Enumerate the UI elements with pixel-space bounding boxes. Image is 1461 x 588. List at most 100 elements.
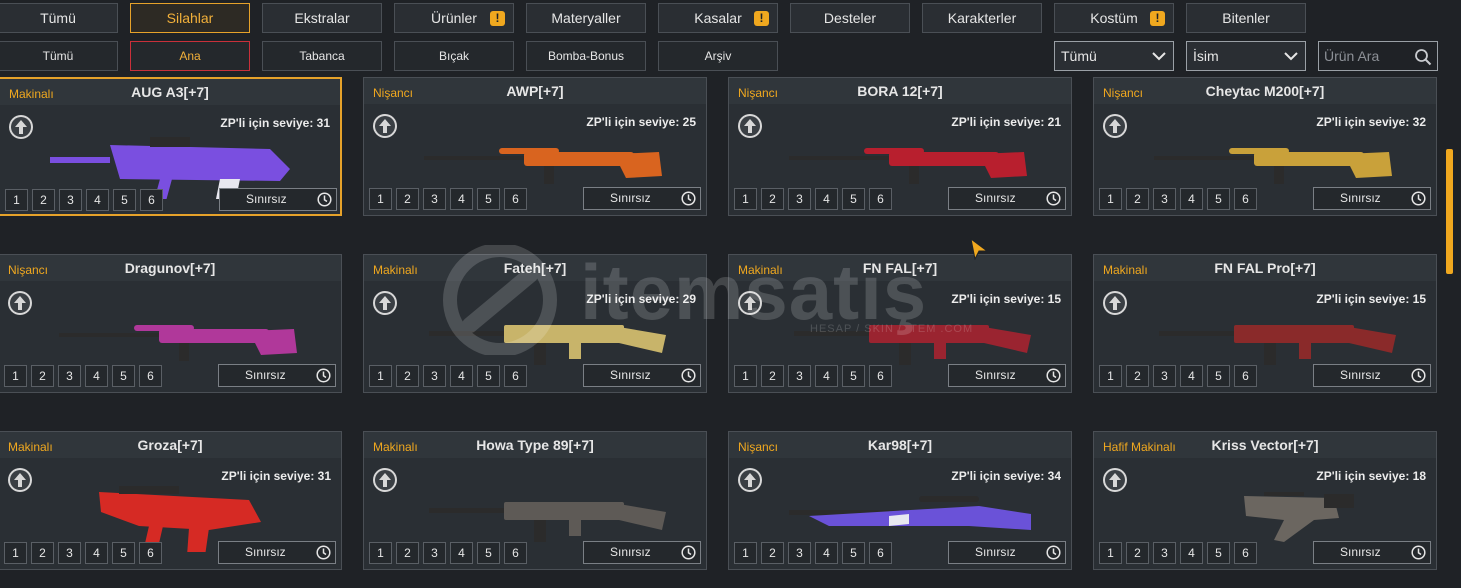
- slot-button-6[interactable]: 6: [1234, 188, 1257, 210]
- slot-button-6[interactable]: 6: [1234, 542, 1257, 564]
- slot-button-2[interactable]: 2: [31, 365, 54, 387]
- upgrade-arrow-icon[interactable]: [372, 467, 398, 493]
- upgrade-arrow-icon[interactable]: [737, 113, 763, 139]
- duration-button[interactable]: Sınırsız: [1313, 364, 1431, 387]
- duration-button[interactable]: Sınırsız: [218, 364, 336, 387]
- weapon-card[interactable]: Nişancı Cheytac M200[+7] ZP'li için sevi…: [1093, 77, 1437, 216]
- slot-button-1[interactable]: 1: [734, 542, 757, 564]
- slot-button-3[interactable]: 3: [1153, 542, 1176, 564]
- duration-button[interactable]: Sınırsız: [1313, 541, 1431, 564]
- slot-button-1[interactable]: 1: [734, 188, 757, 210]
- slot-button-2[interactable]: 2: [396, 542, 419, 564]
- slot-button-6[interactable]: 6: [140, 189, 163, 211]
- slot-button-6[interactable]: 6: [504, 542, 527, 564]
- slot-button-4[interactable]: 4: [815, 542, 838, 564]
- slot-button-3[interactable]: 3: [423, 188, 446, 210]
- tab-ekstralar[interactable]: Ekstralar: [262, 3, 382, 33]
- subtab-bicak[interactable]: Bıçak: [394, 41, 514, 71]
- duration-button[interactable]: Sınırsız: [583, 187, 701, 210]
- weapon-card[interactable]: Makinalı FN FAL[+7] ZP'li için seviye: 1…: [728, 254, 1072, 393]
- weapon-card[interactable]: Makinalı AUG A3[+7] ZP'li için seviye: 3…: [0, 77, 342, 216]
- slot-button-1[interactable]: 1: [4, 365, 27, 387]
- slot-button-1[interactable]: 1: [369, 542, 392, 564]
- weapon-card[interactable]: Makinalı Howa Type 89[+7] 123456 Sınırsı…: [363, 431, 707, 570]
- slot-button-3[interactable]: 3: [423, 365, 446, 387]
- slot-button-4[interactable]: 4: [815, 365, 838, 387]
- slot-button-5[interactable]: 5: [842, 188, 865, 210]
- slot-button-1[interactable]: 1: [1099, 542, 1122, 564]
- tab-tumu[interactable]: Tümü: [0, 3, 118, 33]
- tab-kostum[interactable]: Kostüm!: [1054, 3, 1174, 33]
- search-icon[interactable]: [1414, 48, 1432, 66]
- slot-button-5[interactable]: 5: [112, 542, 135, 564]
- slot-button-1[interactable]: 1: [369, 365, 392, 387]
- search-input[interactable]: [1324, 48, 1412, 64]
- subtab-tabanca[interactable]: Tabanca: [262, 41, 382, 71]
- type-select[interactable]: Tümü: [1054, 41, 1174, 71]
- subtab-bomba-bonus[interactable]: Bomba-Bonus: [526, 41, 646, 71]
- tab-karakterler[interactable]: Karakterler: [922, 3, 1042, 33]
- slot-button-2[interactable]: 2: [396, 188, 419, 210]
- slot-button-4[interactable]: 4: [815, 188, 838, 210]
- slot-button-6[interactable]: 6: [1234, 365, 1257, 387]
- slot-button-4[interactable]: 4: [86, 189, 109, 211]
- slot-button-2[interactable]: 2: [761, 542, 784, 564]
- slot-button-4[interactable]: 4: [450, 542, 473, 564]
- tab-desteler[interactable]: Desteler: [790, 3, 910, 33]
- duration-button[interactable]: Sınırsız: [948, 187, 1066, 210]
- upgrade-arrow-icon[interactable]: [737, 290, 763, 316]
- tab-kasalar[interactable]: Kasalar!: [658, 3, 778, 33]
- slot-button-6[interactable]: 6: [504, 188, 527, 210]
- slot-button-2[interactable]: 2: [32, 189, 55, 211]
- upgrade-arrow-icon[interactable]: [7, 467, 33, 493]
- slot-button-5[interactable]: 5: [113, 189, 136, 211]
- upgrade-arrow-icon[interactable]: [1102, 113, 1128, 139]
- slot-button-5[interactable]: 5: [112, 365, 135, 387]
- tab-materyaller[interactable]: Materyaller: [526, 3, 646, 33]
- slot-button-3[interactable]: 3: [788, 542, 811, 564]
- duration-button[interactable]: Sınırsız: [1313, 187, 1431, 210]
- slot-button-2[interactable]: 2: [761, 365, 784, 387]
- slot-button-3[interactable]: 3: [58, 365, 81, 387]
- duration-button[interactable]: Sınırsız: [583, 541, 701, 564]
- slot-button-3[interactable]: 3: [788, 365, 811, 387]
- upgrade-arrow-icon[interactable]: [7, 290, 33, 316]
- slot-button-5[interactable]: 5: [842, 365, 865, 387]
- slot-button-3[interactable]: 3: [1153, 188, 1176, 210]
- upgrade-arrow-icon[interactable]: [1102, 467, 1128, 493]
- slot-button-5[interactable]: 5: [477, 365, 500, 387]
- duration-button[interactable]: Sınırsız: [583, 364, 701, 387]
- duration-button[interactable]: Sınırsız: [948, 541, 1066, 564]
- subtab-ana[interactable]: Ana: [130, 41, 250, 71]
- duration-button[interactable]: Sınırsız: [218, 541, 336, 564]
- upgrade-arrow-icon[interactable]: [372, 113, 398, 139]
- weapon-card[interactable]: Makinalı Fateh[+7] ZP'li için seviye: 29…: [363, 254, 707, 393]
- weapon-card[interactable]: Nişancı Dragunov[+7] 123456 Sınırsız: [0, 254, 342, 393]
- duration-button[interactable]: Sınırsız: [219, 188, 337, 211]
- slot-button-2[interactable]: 2: [31, 542, 54, 564]
- slot-button-2[interactable]: 2: [761, 188, 784, 210]
- slot-button-6[interactable]: 6: [139, 542, 162, 564]
- slot-button-6[interactable]: 6: [869, 542, 892, 564]
- tab-urunler[interactable]: Ürünler!: [394, 3, 514, 33]
- slot-button-4[interactable]: 4: [1180, 542, 1203, 564]
- slot-button-5[interactable]: 5: [1207, 365, 1230, 387]
- weapon-card[interactable]: Nişancı BORA 12[+7] ZP'li için seviye: 2…: [728, 77, 1072, 216]
- weapon-card[interactable]: Hafif Makinalı Kriss Vector[+7] ZP'li iç…: [1093, 431, 1437, 570]
- weapon-card[interactable]: Nişancı AWP[+7] ZP'li için seviye: 25 12…: [363, 77, 707, 216]
- slot-button-4[interactable]: 4: [1180, 188, 1203, 210]
- slot-button-1[interactable]: 1: [4, 542, 27, 564]
- upgrade-arrow-icon[interactable]: [737, 467, 763, 493]
- slot-button-1[interactable]: 1: [1099, 188, 1122, 210]
- slot-button-3[interactable]: 3: [1153, 365, 1176, 387]
- slot-button-1[interactable]: 1: [5, 189, 28, 211]
- duration-button[interactable]: Sınırsız: [948, 364, 1066, 387]
- slot-button-5[interactable]: 5: [842, 542, 865, 564]
- slot-button-1[interactable]: 1: [369, 188, 392, 210]
- subtab-tumu[interactable]: Tümü: [0, 41, 118, 71]
- slot-button-3[interactable]: 3: [423, 542, 446, 564]
- weapon-card[interactable]: Makinalı FN FAL Pro[+7] ZP'li için seviy…: [1093, 254, 1437, 393]
- slot-button-5[interactable]: 5: [477, 188, 500, 210]
- slot-button-2[interactable]: 2: [1126, 542, 1149, 564]
- tab-silahlar[interactable]: Silahlar: [130, 3, 250, 33]
